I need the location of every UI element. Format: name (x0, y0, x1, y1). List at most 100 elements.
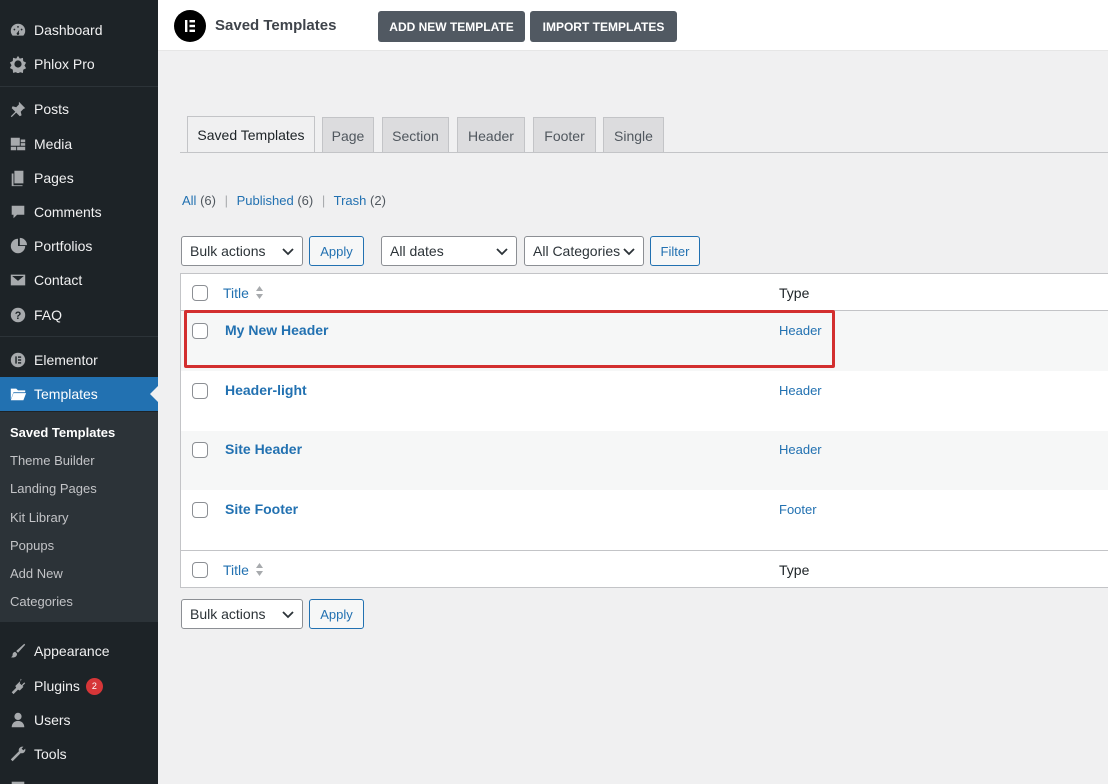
settings-icon (0, 779, 34, 784)
type-column-footer: Type (779, 562, 810, 578)
submenu-item-theme-builder[interactable]: Theme Builder (10, 453, 95, 468)
sidebar-item-label: Tools (34, 746, 67, 762)
template-title-link[interactable]: Site Header (225, 441, 302, 457)
portfolio-icon (0, 237, 34, 255)
sidebar-item-label: Media (34, 136, 73, 152)
template-title-link[interactable]: Header-light (225, 382, 307, 398)
sidebar-item-contact[interactable]: Contact (0, 263, 158, 297)
template-type-link[interactable]: Footer (779, 502, 817, 517)
sidebar-item-label: Users (34, 712, 71, 728)
submenu-item-kit-library[interactable]: Kit Library (10, 510, 69, 525)
table-row: My New Header Header (181, 311, 1108, 371)
bulk-actions-select[interactable]: Bulk actions (181, 236, 303, 266)
elementor-logo-icon (174, 10, 206, 42)
tab-single[interactable]: Single (603, 117, 664, 153)
template-type-link[interactable]: Header (779, 383, 822, 398)
wrench-icon (0, 745, 34, 763)
pin-icon (0, 100, 34, 118)
title-column-footer[interactable]: Title (223, 562, 249, 578)
add-new-template-button[interactable]: ADD NEW TEMPLATE (378, 11, 525, 42)
bulk-actions-value: Bulk actions (190, 606, 266, 622)
view-trash-link[interactable]: Trash (334, 193, 367, 208)
sidebar-item-plugins[interactable]: Plugins 2 (0, 669, 158, 703)
category-filter-select[interactable]: All Categories (524, 236, 644, 266)
media-icon (0, 135, 34, 153)
sidebar-item-phlox-pro[interactable]: Phlox Pro (0, 47, 158, 81)
sidebar-item-settings-partial[interactable] (0, 771, 158, 784)
sidebar-item-label: Dashboard (34, 22, 103, 38)
chevron-down-icon (282, 248, 294, 256)
dashboard-icon (0, 21, 34, 39)
tab-page[interactable]: Page (322, 117, 374, 153)
chevron-down-icon (623, 248, 635, 256)
filter-button[interactable]: Filter (650, 236, 700, 266)
sidebar-item-pages[interactable]: Pages (0, 161, 158, 195)
date-filter-value: All dates (390, 243, 444, 259)
tab-saved-templates[interactable]: Saved Templates (187, 116, 315, 153)
mail-icon (0, 271, 34, 289)
apply-button-bottom[interactable]: Apply (309, 599, 364, 629)
admin-sidebar: Dashboard Phlox Pro Posts Media Pages Co… (0, 0, 158, 784)
view-separator: | (321, 193, 326, 208)
sidebar-item-elementor[interactable]: Elementor (0, 343, 158, 377)
current-menu-arrow (150, 386, 158, 402)
tab-section[interactable]: Section (382, 117, 449, 153)
sidebar-item-posts[interactable]: Posts (0, 92, 158, 126)
date-filter-select[interactable]: All dates (381, 236, 517, 266)
template-type-link[interactable]: Header (779, 442, 822, 457)
view-all-link[interactable]: All (182, 193, 196, 208)
table-row: Site Header Header (181, 431, 1108, 490)
sidebar-item-media[interactable]: Media (0, 127, 158, 161)
sort-icon[interactable] (255, 562, 264, 577)
sidebar-item-comments[interactable]: Comments (0, 195, 158, 229)
submenu-item-landing-pages[interactable]: Landing Pages (10, 481, 97, 496)
select-all-checkbox[interactable] (192, 285, 208, 301)
bulk-actions-select-bottom[interactable]: Bulk actions (181, 599, 303, 629)
tab-header[interactable]: Header (457, 117, 525, 153)
category-filter-value: All Categories (533, 243, 621, 259)
sidebar-item-label: Elementor (34, 352, 98, 368)
phlox-pro-icon (0, 55, 34, 73)
templates-table: Title Type My New Header Header Header-l… (180, 273, 1108, 588)
bulk-actions-value: Bulk actions (190, 243, 266, 259)
table-footer-row: Title Type (181, 550, 1108, 588)
sidebar-item-label: Portfolios (34, 238, 93, 254)
sidebar-item-appearance[interactable]: Appearance (0, 634, 158, 668)
sidebar-item-label: FAQ (34, 307, 63, 323)
folder-icon (0, 385, 34, 403)
sidebar-item-dashboard[interactable]: Dashboard (0, 13, 158, 47)
title-column-header[interactable]: Title (223, 285, 249, 301)
template-type-link[interactable]: Header (779, 323, 822, 338)
pages-icon (0, 169, 34, 187)
svg-text:?: ? (15, 310, 22, 322)
submenu-item-add-new[interactable]: Add New (10, 566, 63, 581)
sidebar-item-templates[interactable]: Templates (0, 377, 158, 411)
chevron-down-icon (496, 248, 508, 256)
template-title-link[interactable]: Site Footer (225, 501, 298, 517)
page-title: Saved Templates (215, 17, 337, 34)
template-title-link[interactable]: My New Header (225, 322, 328, 338)
submenu-item-categories[interactable]: Categories (10, 594, 73, 609)
view-separator: | (224, 193, 228, 208)
view-published-link[interactable]: Published (237, 193, 294, 208)
row-checkbox[interactable] (192, 502, 208, 518)
sidebar-item-label: Posts (34, 101, 70, 117)
tab-footer[interactable]: Footer (533, 117, 596, 153)
sidebar-item-tools[interactable]: Tools (0, 737, 158, 771)
row-checkbox[interactable] (192, 442, 208, 458)
row-checkbox[interactable] (192, 383, 208, 399)
templates-submenu: Saved Templates Theme Builder Landing Pa… (0, 412, 158, 622)
row-checkbox[interactable] (192, 323, 208, 339)
apply-button[interactable]: Apply (309, 236, 364, 266)
sidebar-item-portfolios[interactable]: Portfolios (0, 229, 158, 263)
table-header-row: Title Type (181, 274, 1108, 311)
submenu-item-saved-templates[interactable]: Saved Templates (10, 425, 115, 440)
sidebar-item-label: Phlox Pro (34, 56, 95, 72)
sidebar-item-faq[interactable]: ? FAQ (0, 298, 158, 332)
sidebar-item-users[interactable]: Users (0, 703, 158, 737)
submenu-item-popups[interactable]: Popups (10, 538, 54, 553)
plugin-icon (0, 677, 34, 695)
sort-icon[interactable] (255, 285, 264, 300)
import-templates-button[interactable]: IMPORT TEMPLATES (530, 11, 677, 42)
select-all-checkbox[interactable] (192, 562, 208, 578)
